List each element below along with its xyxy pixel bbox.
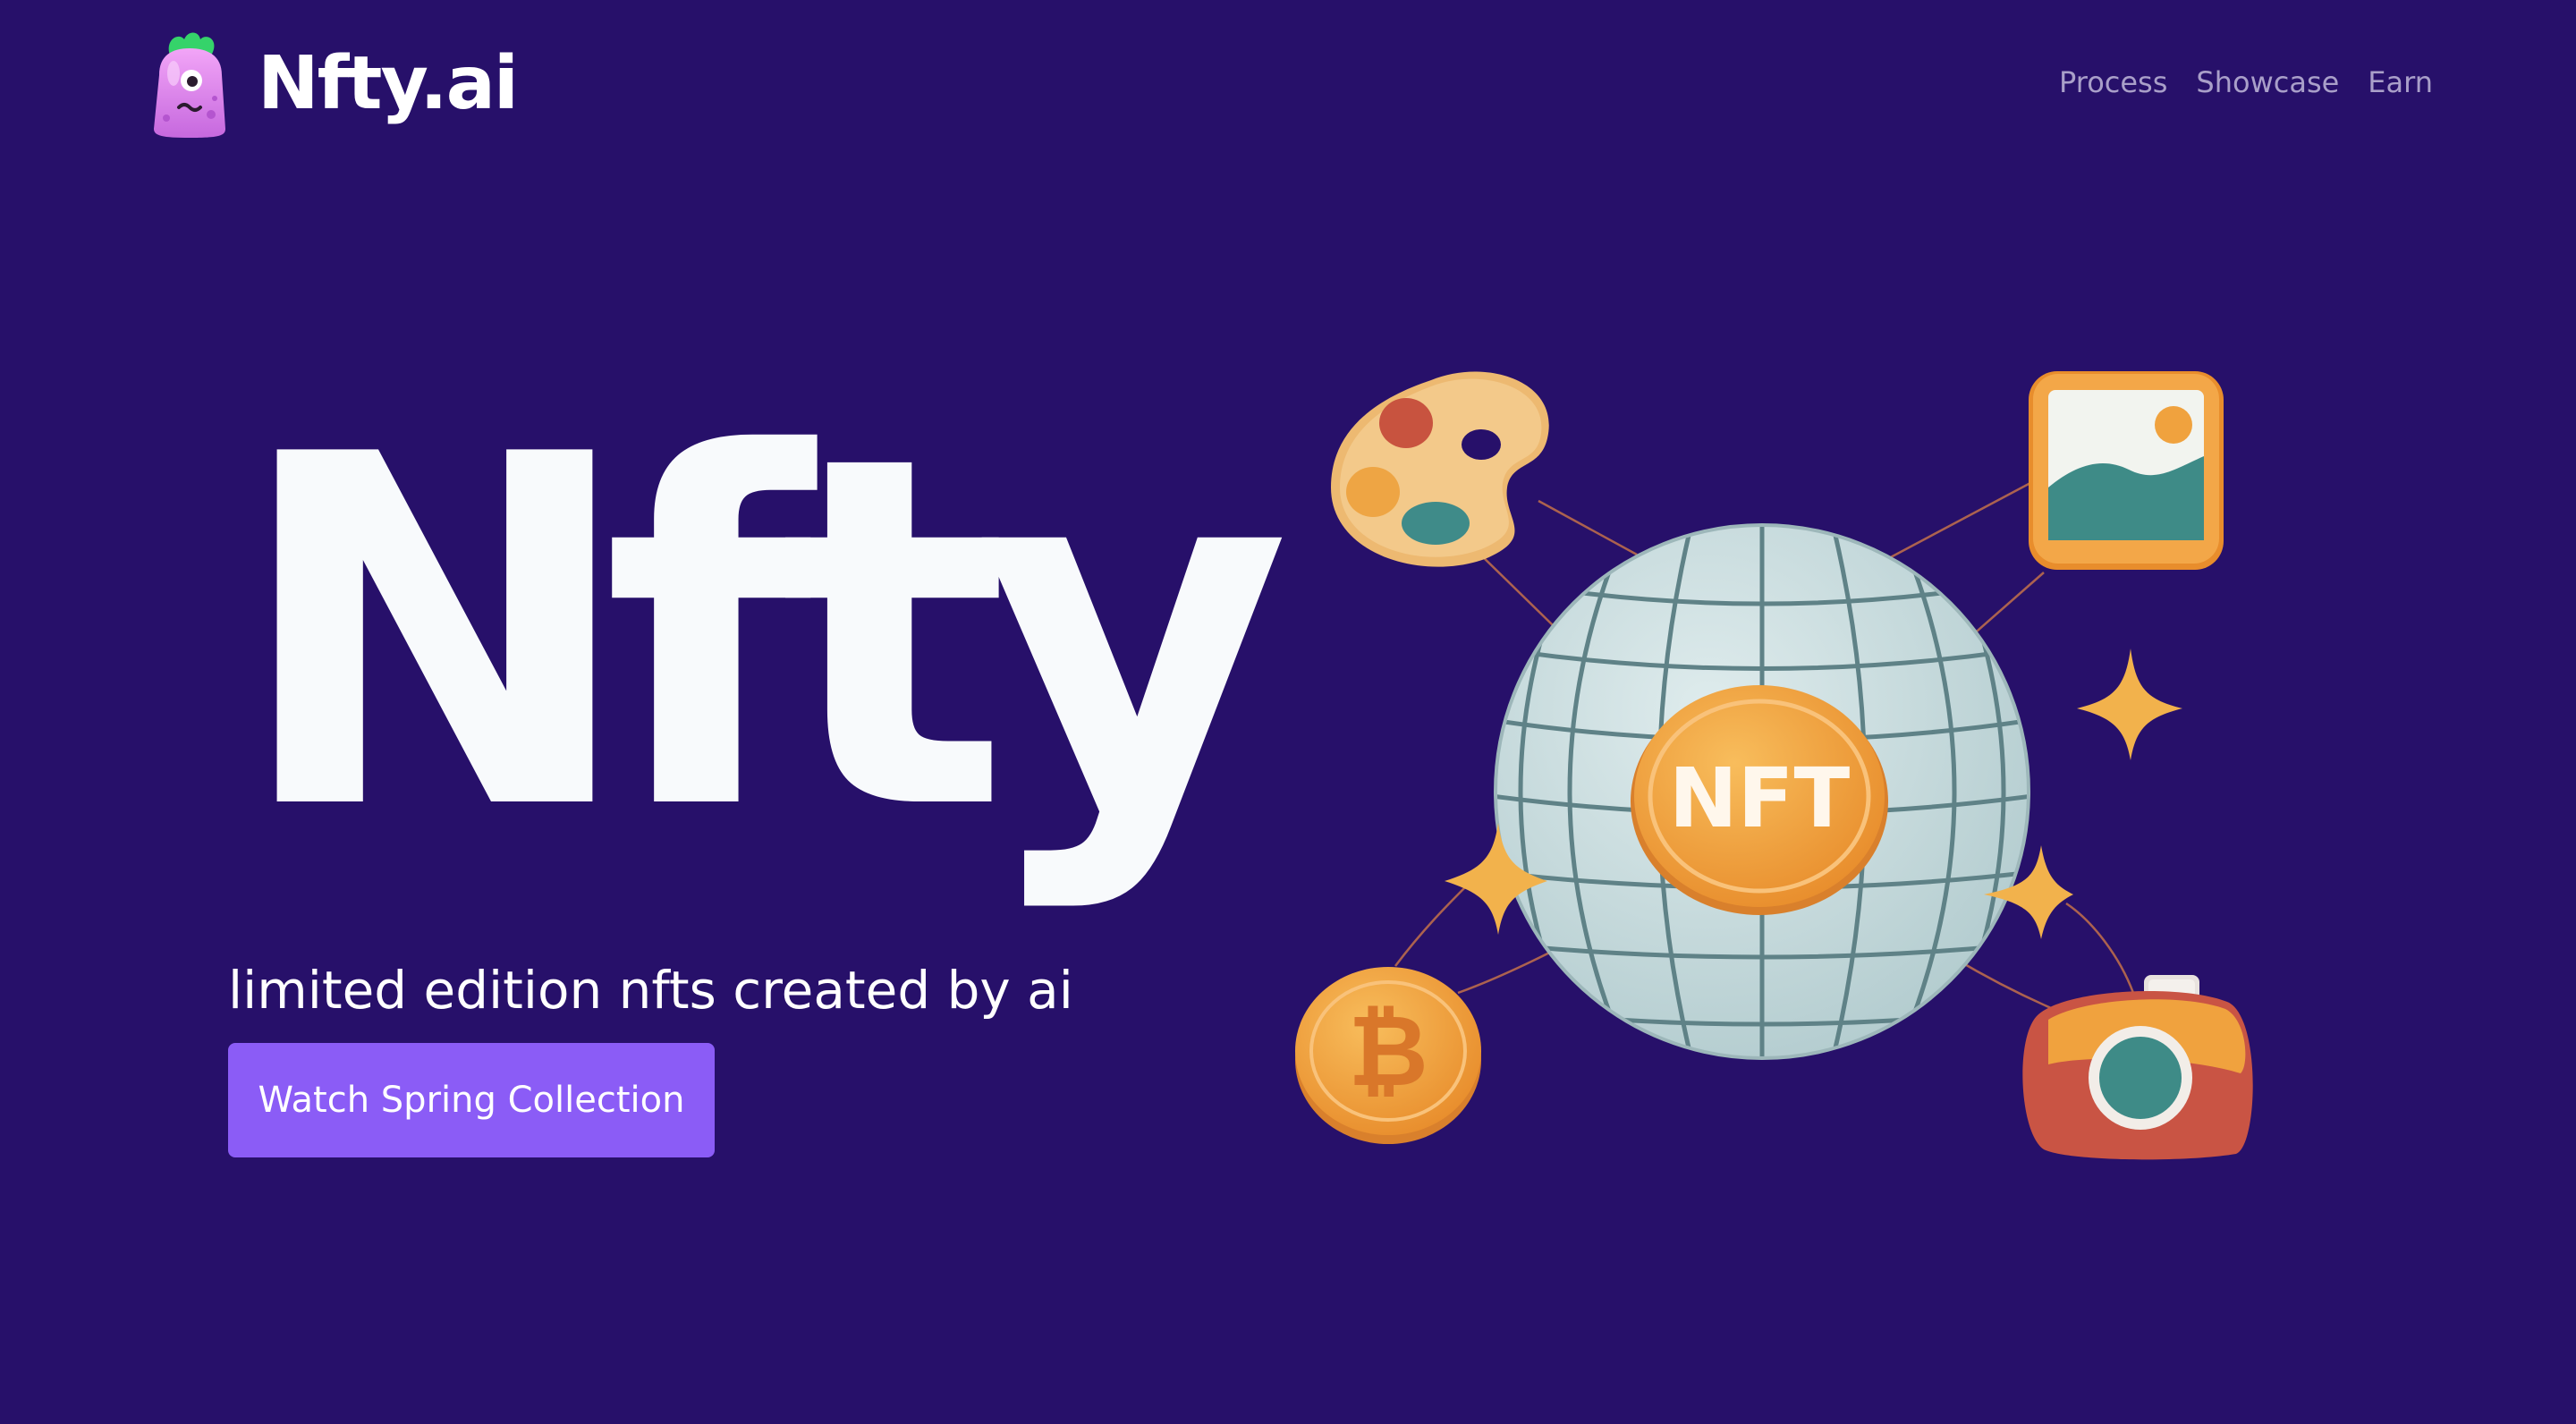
main-nav: Process Showcase Earn <box>2059 63 2433 102</box>
nft-label: NFT <box>1669 750 1851 846</box>
hero-title: Nfty <box>233 354 1291 916</box>
paint-palette-icon <box>1331 371 1549 567</box>
camera-icon <box>2022 975 2253 1160</box>
connector-lines <box>1394 481 2135 1013</box>
brand-name: Nfty.ai <box>258 41 519 126</box>
bitcoin-coin-icon: ₿ <box>1295 967 1481 1144</box>
image-frame-icon <box>2029 371 2224 570</box>
globe-icon <box>1494 523 2030 1060</box>
nav-link-process[interactable]: Process <box>2059 63 2167 102</box>
nft-coin-icon: NFT <box>1631 685 1888 915</box>
sparkle-star-icon <box>1445 648 2182 939</box>
svg-text:₿: ₿ <box>1348 994 1428 1108</box>
nav-link-earn[interactable]: Earn <box>2368 63 2433 102</box>
hero-subtitle: limited edition nfts created by ai <box>228 960 1073 1021</box>
brand-logo-link[interactable]: Nfty.ai <box>143 27 519 141</box>
mascot-icon <box>143 29 236 140</box>
watch-collection-button[interactable]: Watch Spring Collection <box>228 1043 715 1157</box>
nav-link-showcase[interactable]: Showcase <box>2196 63 2339 102</box>
